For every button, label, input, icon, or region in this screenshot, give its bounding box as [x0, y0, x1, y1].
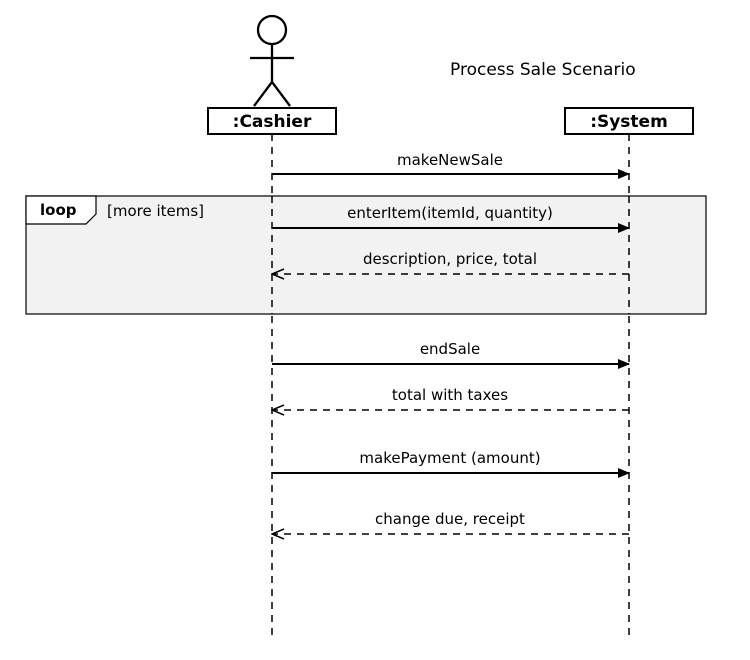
- actor-figure-icon: [250, 16, 294, 106]
- actor-label: :Cashier: [233, 112, 312, 132]
- system-label: :System: [590, 112, 668, 132]
- diagram-title: Process Sale Scenario: [450, 60, 636, 80]
- msg-makenewsale: makeNewSale: [397, 151, 503, 169]
- msg-endsale: endSale: [420, 340, 480, 358]
- msg-description: description, price, total: [363, 250, 537, 268]
- msg-totaltaxes: total with taxes: [392, 386, 508, 404]
- msg-changedue: change due, receipt: [375, 510, 525, 528]
- actor-box: :Cashier: [208, 108, 336, 134]
- msg-enteritem: enterItem(itemId, quantity): [347, 204, 553, 222]
- loop-guard: [more items]: [107, 202, 204, 220]
- system-box: :System: [565, 108, 693, 134]
- msg-makepayment: makePayment (amount): [359, 449, 540, 467]
- loop-keyword: loop: [40, 201, 77, 219]
